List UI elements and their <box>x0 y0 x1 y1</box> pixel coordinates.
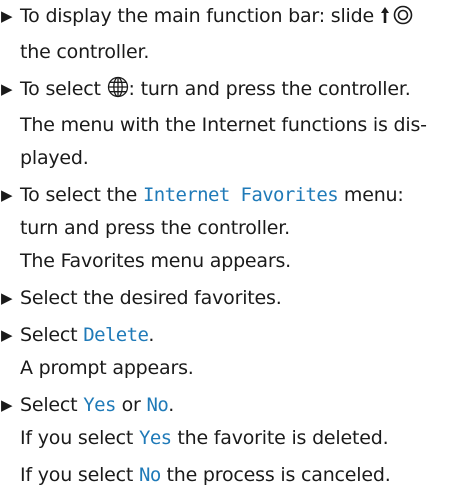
text-line: played. <box>20 142 470 175</box>
text-span: the process is canceled. <box>160 464 391 486</box>
text-span: turn and press the controller. <box>20 217 290 239</box>
instruction-list: ▶ To display the main function bar: slide… <box>0 0 470 492</box>
instruction-step: ▶ Select the desired favorites. <box>0 282 470 315</box>
globe-icon <box>107 76 129 109</box>
text-span: menu: <box>338 184 404 206</box>
instruction-step: ▶ Select Yes or No. If you select Yes the … <box>0 389 470 492</box>
text-line: turn and press the controller. <box>20 212 470 245</box>
text-span: : turn and press the controller. <box>128 78 411 100</box>
text-span: To select <box>20 78 107 100</box>
text-span: Select the desired favorites. <box>20 287 282 309</box>
text-span: Select <box>20 394 84 416</box>
text-line: the controller. <box>20 36 470 69</box>
text-line: To select : turn and press the controlle… <box>20 73 470 109</box>
bullet-marker-icon: ▶ <box>1 396 13 414</box>
text-span: or <box>115 394 147 416</box>
text-line: If you select No the process is canceled… <box>20 459 470 492</box>
text-line: To select the Internet Favorites menu: <box>20 179 470 212</box>
text-span: Select <box>20 324 84 346</box>
slide-up-controller-icon <box>380 3 414 36</box>
text-span: played. <box>20 147 89 169</box>
instruction-step: ▶ To display the main function bar: slide… <box>0 0 470 69</box>
bullet-marker-icon: ▶ <box>1 186 13 204</box>
text-span: The menu with the Internet functions is … <box>20 114 427 136</box>
text-span: the controller. <box>20 41 150 63</box>
text-line: Select the desired favorites. <box>20 282 470 315</box>
text-span: . <box>168 394 175 416</box>
bullet-marker-icon: ▶ <box>1 7 13 25</box>
text-span: To select the <box>20 184 143 206</box>
text-span: . <box>148 324 155 346</box>
text-span: A prompt appears. <box>20 357 194 379</box>
instruction-step: ▶ Select Delete. A prompt appears. <box>0 319 470 385</box>
text-line: If you select Yes the favorite is delete… <box>20 422 470 455</box>
text-span: the favorite is deleted. <box>171 427 389 449</box>
bullet-marker-icon: ▶ <box>1 289 13 307</box>
menu-item-reference: Yes <box>138 427 172 449</box>
menu-item-reference: Yes <box>83 394 116 416</box>
text-span: The Favorites menu appears. <box>20 250 292 272</box>
text-span: If you select <box>20 464 139 486</box>
menu-item-reference: Internet Favorites <box>142 184 339 206</box>
instruction-step: ▶ To select : turn and press the controll… <box>0 73 470 175</box>
instruction-step: ▶ To select the Internet Favorites menu: t… <box>0 179 470 278</box>
text-line: To display the main function bar: slide <box>20 0 470 36</box>
text-line: Select Delete. <box>20 319 470 352</box>
menu-item-reference: Delete <box>83 324 149 346</box>
text-span: If you select <box>20 427 139 449</box>
text-line: The Favorites menu appears. <box>20 245 470 278</box>
text-line: The menu with the Internet functions is … <box>20 109 470 142</box>
text-line: Select Yes or No. <box>20 389 470 422</box>
bullet-marker-icon: ▶ <box>1 80 13 98</box>
menu-item-reference: No <box>146 394 169 416</box>
text-span: To display the main function bar: slide <box>20 5 380 27</box>
bullet-marker-icon: ▶ <box>1 326 13 344</box>
menu-item-reference: No <box>138 464 161 486</box>
text-line: A prompt appears. <box>20 352 470 385</box>
